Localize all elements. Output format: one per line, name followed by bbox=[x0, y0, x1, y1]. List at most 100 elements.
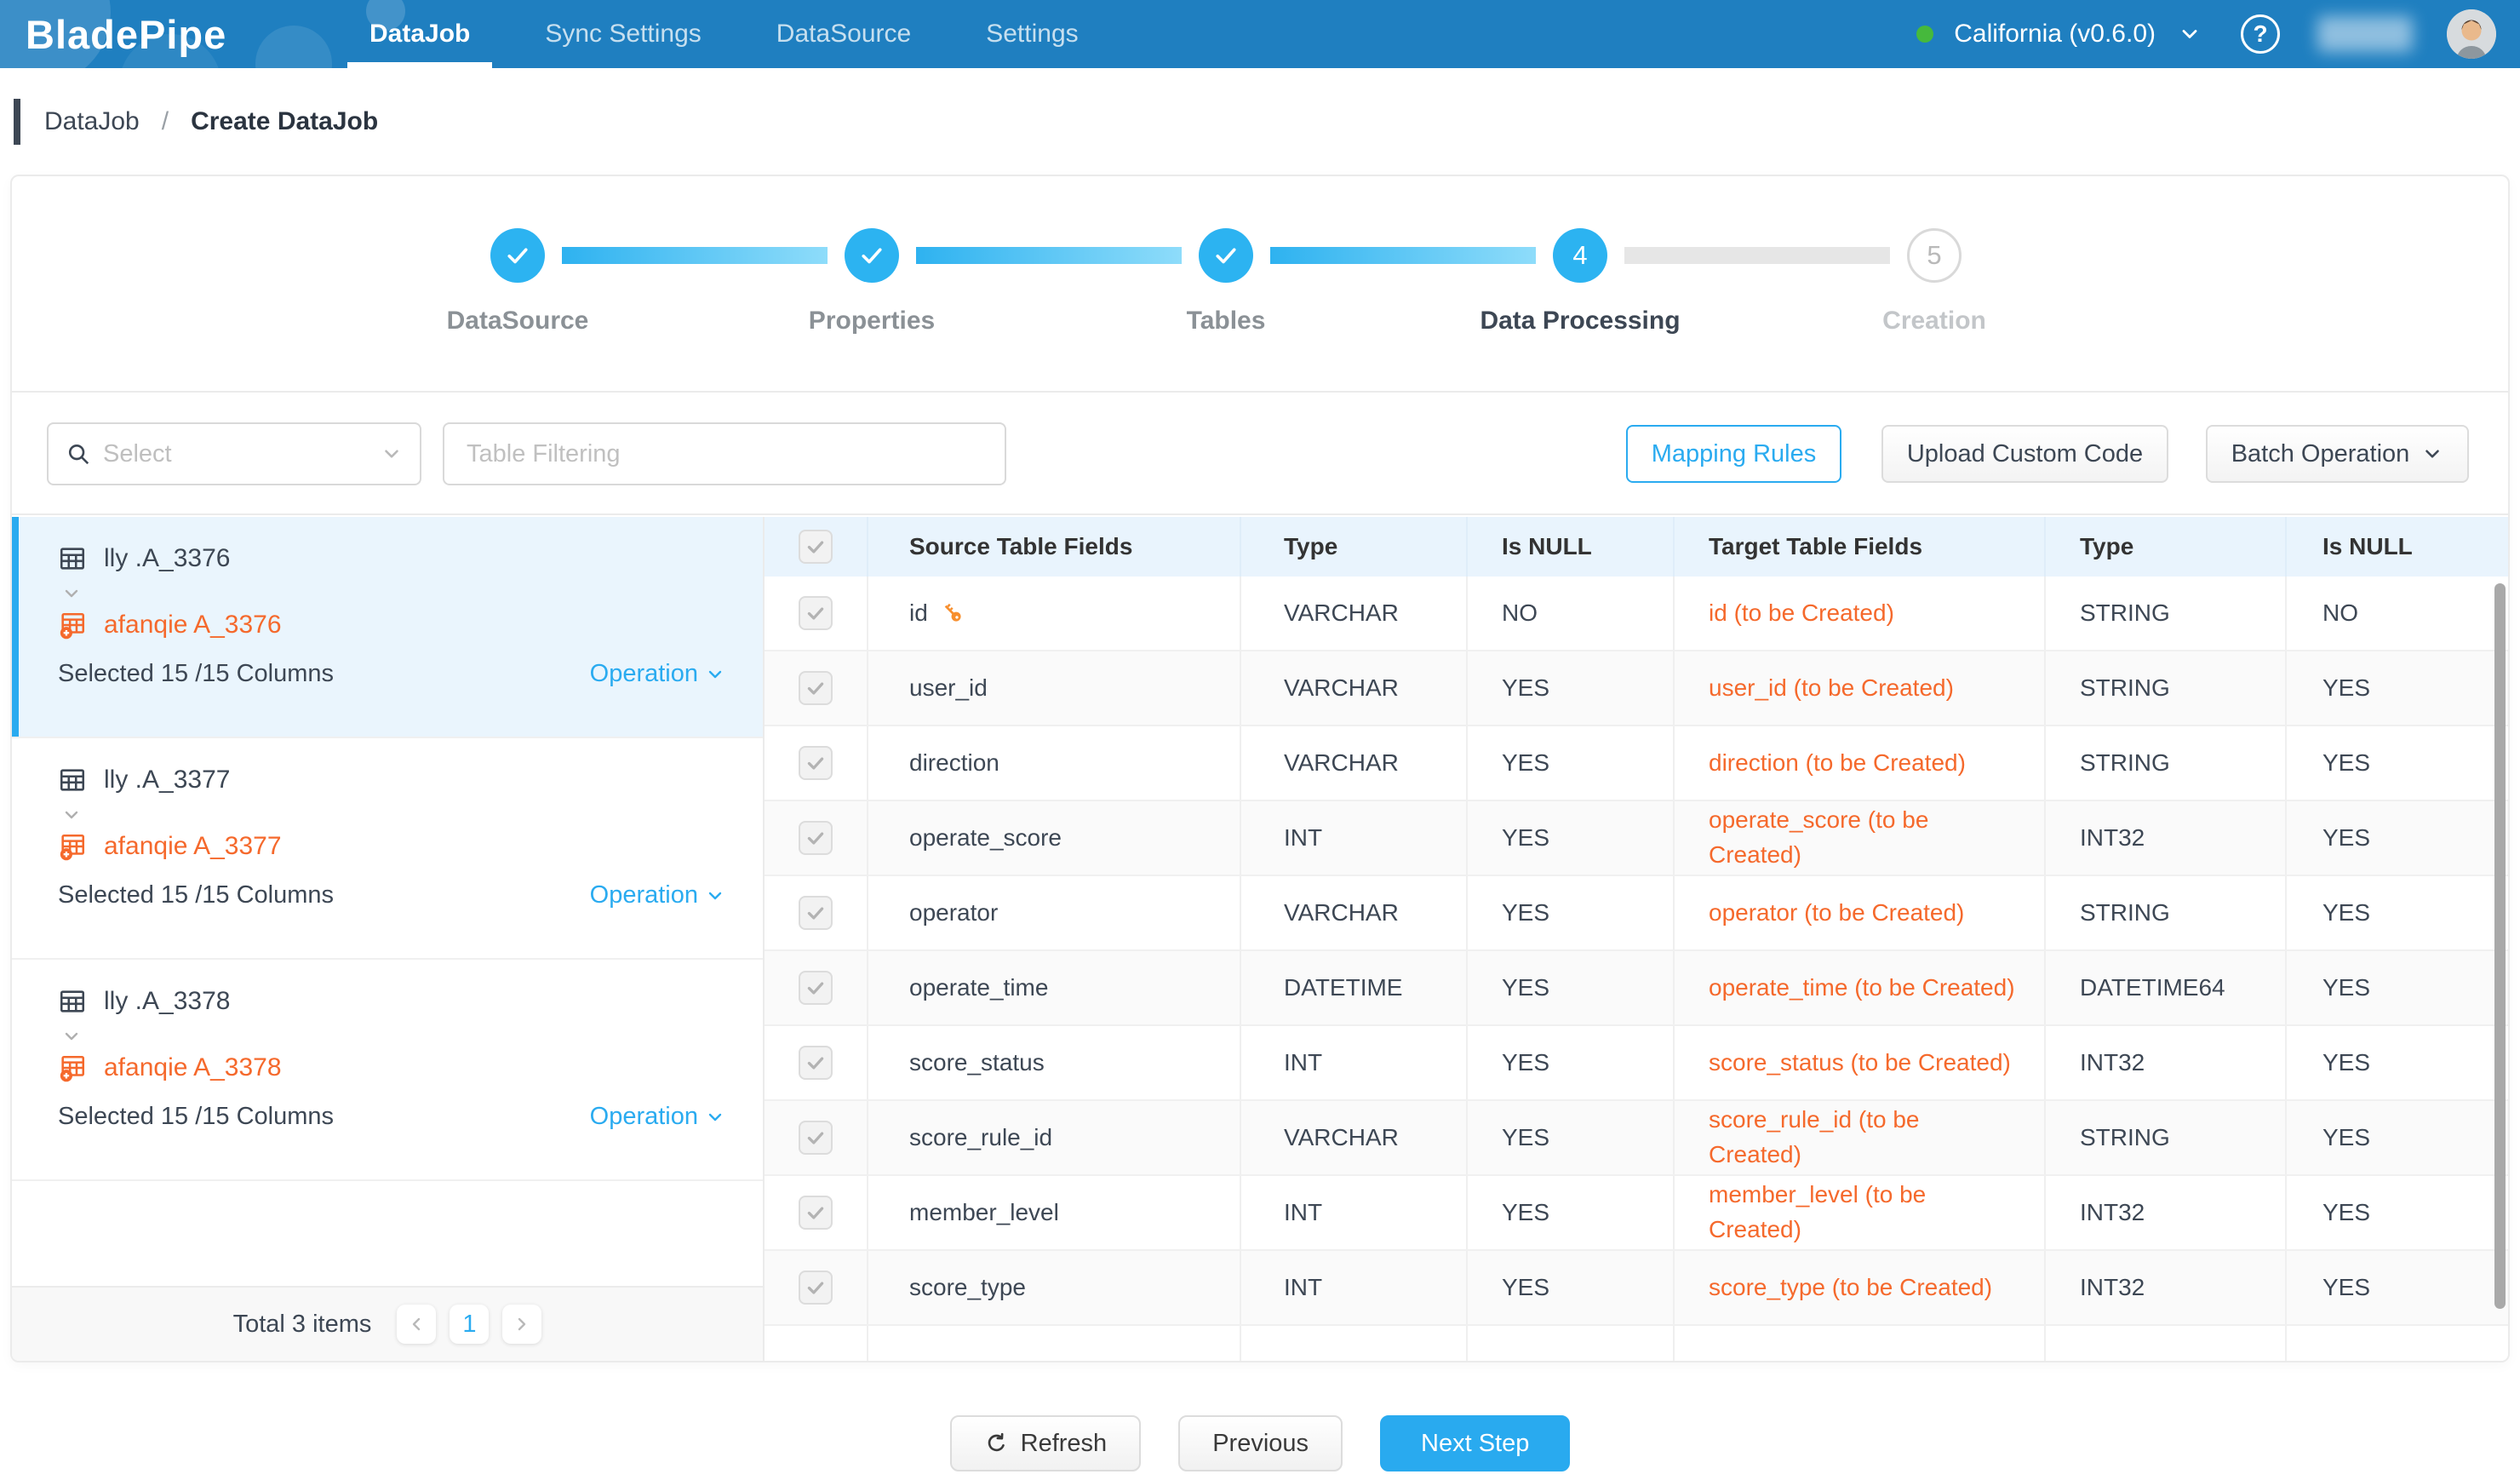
source-field-name: operate_time bbox=[909, 974, 1048, 1001]
target-type-cell: STRING bbox=[2046, 876, 2287, 949]
source-type-cell: VARCHAR bbox=[1241, 651, 1468, 725]
step-connector bbox=[916, 247, 1182, 264]
target-type-cell: INT32 bbox=[2046, 801, 2287, 875]
pagination-page-1[interactable]: 1 bbox=[450, 1305, 489, 1344]
refresh-button[interactable]: Refresh bbox=[950, 1415, 1142, 1471]
row-checkbox[interactable] bbox=[799, 821, 833, 855]
previous-button[interactable]: Previous bbox=[1178, 1415, 1343, 1471]
table-add-icon bbox=[58, 1053, 87, 1082]
row-checkbox[interactable] bbox=[799, 671, 833, 705]
chevron-down-icon[interactable] bbox=[2178, 22, 2202, 46]
chevron-down-icon bbox=[705, 886, 725, 906]
table-select-dropdown[interactable]: Select bbox=[47, 422, 421, 485]
source-isnull-cell: NO bbox=[1468, 577, 1675, 650]
step-label: Tables bbox=[1187, 307, 1266, 336]
source-type-cell: INT bbox=[1241, 1026, 1468, 1099]
row-checkbox-cell bbox=[765, 1101, 868, 1174]
chevron-down-icon bbox=[2421, 443, 2443, 465]
operation-label: Operation bbox=[590, 660, 698, 688]
source-table-row: lly .A_3378 bbox=[58, 987, 725, 1016]
breadcrumb-parent[interactable]: DataJob bbox=[44, 107, 140, 136]
operation-dropdown[interactable]: Operation bbox=[590, 881, 725, 909]
target-type-cell: STRING bbox=[2046, 726, 2287, 800]
source-table-name: lly .A_3377 bbox=[104, 766, 230, 794]
nav-tab-datajob[interactable]: DataJob bbox=[332, 0, 507, 68]
source-type-cell: INT bbox=[1241, 1176, 1468, 1249]
target-isnull-cell: YES bbox=[2287, 801, 2508, 875]
header-checkbox[interactable] bbox=[799, 530, 833, 564]
target-type-cell: INT32 bbox=[2046, 1026, 2287, 1099]
chevron-down-icon bbox=[381, 443, 403, 465]
table-icon bbox=[58, 987, 87, 1016]
nav-tab-settings[interactable]: Settings bbox=[948, 0, 1115, 68]
operation-dropdown[interactable]: Operation bbox=[590, 1103, 725, 1131]
env-selector[interactable]: California (v0.6.0) bbox=[1954, 20, 2156, 49]
target-field-cell: id (to be Created) bbox=[1675, 577, 2046, 650]
row-checkbox[interactable] bbox=[799, 896, 833, 930]
row-checkbox-cell bbox=[765, 651, 868, 725]
help-icon[interactable]: ? bbox=[2241, 14, 2280, 54]
table-list-item[interactable]: lly .A_3378afanqie A_3378Selected 15 /15… bbox=[12, 960, 763, 1181]
table-list-spacer bbox=[12, 1181, 763, 1286]
top-nav: BladePipe DataJobSync SettingsDataSource… bbox=[0, 0, 2520, 68]
step-label: DataSource bbox=[447, 307, 589, 336]
row-checkbox-cell bbox=[765, 1326, 868, 1361]
nav-tab-datasource[interactable]: DataSource bbox=[739, 0, 948, 68]
target-isnull-cell: YES bbox=[2287, 876, 2508, 949]
field-table-header: Source Table FieldsTypeIs NULLTarget Tab… bbox=[765, 517, 2508, 577]
row-checkbox-cell bbox=[765, 1176, 868, 1249]
row-checkbox[interactable] bbox=[799, 1271, 833, 1305]
source-isnull-cell: YES bbox=[1468, 1176, 1675, 1249]
chevron-down-icon[interactable] bbox=[61, 583, 725, 604]
table-list-item[interactable]: lly .A_3377afanqie A_3377Selected 15 /15… bbox=[12, 738, 763, 960]
row-checkbox[interactable] bbox=[799, 1121, 833, 1155]
row-checkbox[interactable] bbox=[799, 746, 833, 780]
select-placeholder: Select bbox=[103, 440, 381, 468]
table-filtering-input[interactable]: Table Filtering bbox=[443, 422, 1006, 485]
pagination-next-button[interactable] bbox=[502, 1305, 541, 1344]
row-checkbox-cell bbox=[765, 951, 868, 1024]
next-step-button[interactable]: Next Step bbox=[1380, 1415, 1570, 1471]
source-isnull-cell: YES bbox=[1468, 1251, 1675, 1324]
operation-label: Operation bbox=[590, 1103, 698, 1131]
total-items-label: Total 3 items bbox=[233, 1311, 372, 1339]
row-checkbox[interactable] bbox=[799, 1196, 833, 1230]
field-row-id: idVARCHARNOid (to be Created)STRINGNO bbox=[765, 577, 2508, 651]
header-type: Type bbox=[2046, 517, 2287, 577]
toolbar: Select Table Filtering Mapping Rules Upl… bbox=[12, 393, 2508, 515]
nav-tab-sync-settings[interactable]: Sync Settings bbox=[507, 0, 738, 68]
upload-custom-code-button[interactable]: Upload Custom Code bbox=[1881, 425, 2168, 483]
table-list-item[interactable]: lly .A_3376afanqie A_3376Selected 15 /15… bbox=[12, 517, 763, 738]
chevron-down-icon[interactable] bbox=[61, 805, 725, 825]
username-blurred bbox=[2317, 16, 2413, 52]
batch-operation-button[interactable]: Batch Operation bbox=[2206, 425, 2469, 483]
mapping-rules-button[interactable]: Mapping Rules bbox=[1626, 425, 1841, 483]
header-is-null: Is NULL bbox=[1468, 517, 1675, 577]
target-isnull-cell: YES bbox=[2287, 651, 2508, 725]
source-isnull-cell: YES bbox=[1468, 1101, 1675, 1174]
target-field-cell: operate_time (to be Created) bbox=[1675, 951, 2046, 1024]
row-checkbox[interactable] bbox=[799, 596, 833, 630]
selected-columns-label: Selected 15 /15 Columns bbox=[58, 881, 334, 909]
pagination-prev-button[interactable] bbox=[397, 1305, 436, 1344]
avatar[interactable] bbox=[2447, 9, 2496, 59]
source-isnull-cell: YES bbox=[1468, 951, 1675, 1024]
table-list-panel: lly .A_3376afanqie A_3376Selected 15 /15… bbox=[12, 517, 765, 1361]
vertical-scrollbar[interactable] bbox=[2494, 583, 2506, 1309]
target-isnull-cell: YES bbox=[2287, 1251, 2508, 1324]
row-checkbox[interactable] bbox=[799, 1046, 833, 1080]
chevron-down-icon[interactable] bbox=[61, 1026, 725, 1047]
source-field-cell: member_level bbox=[868, 1176, 1241, 1249]
target-field-cell: direction (to be Created) bbox=[1675, 726, 2046, 800]
source-isnull-cell: YES bbox=[1468, 801, 1675, 875]
source-table-row: lly .A_3376 bbox=[58, 544, 725, 573]
source-type-cell: VARCHAR bbox=[1241, 1101, 1468, 1174]
row-checkbox[interactable] bbox=[799, 971, 833, 1005]
field-row-operate_score: operate_scoreINTYESoperate_score (to be … bbox=[765, 801, 2508, 876]
operation-dropdown[interactable]: Operation bbox=[590, 660, 725, 688]
target-field-cell: member_level (to be Created) bbox=[1675, 1176, 2046, 1249]
empty-cell bbox=[1468, 1326, 1675, 1361]
target-type-cell: DATETIME64 bbox=[2046, 951, 2287, 1024]
refresh-icon bbox=[984, 1431, 1009, 1456]
field-row-score_type: score_typeINTYESscore_type (to be Create… bbox=[765, 1251, 2508, 1326]
